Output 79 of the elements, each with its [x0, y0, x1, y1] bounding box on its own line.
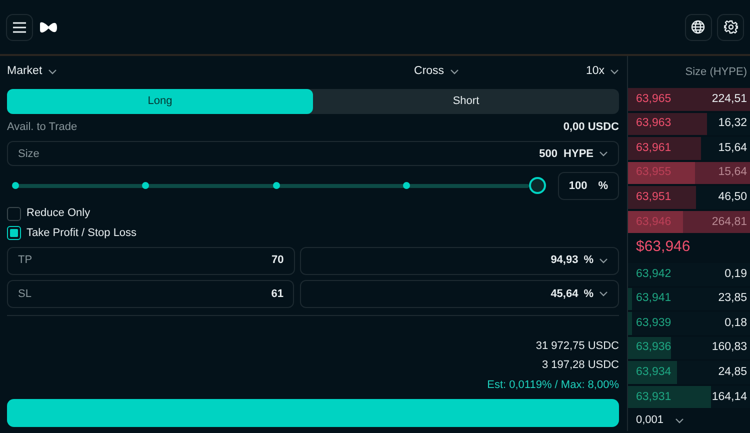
price-text: 63,965: [636, 92, 672, 107]
checkbox[interactable]: [7, 226, 21, 240]
language-button[interactable]: [684, 14, 712, 40]
order-type-dropdown[interactable]: Market: [7, 63, 42, 81]
price-text: 63,946: [636, 214, 672, 230]
size-text: 164,14: [712, 390, 747, 405]
slider-thumb[interactable]: [528, 177, 546, 194]
checkbox[interactable]: [7, 206, 21, 220]
price-text: 63,951: [636, 190, 672, 205]
percent-field[interactable]: 100 %: [558, 172, 619, 200]
size-text: 16,32: [718, 116, 747, 132]
tick-size-dropdown[interactable]: 0,001: [636, 412, 664, 429]
size-label: Size: [18, 146, 40, 162]
chevron-down-icon: [450, 69, 459, 76]
field-value: 61: [271, 286, 284, 302]
checkbox-label: Take Profit / Stop Loss: [26, 226, 137, 240]
menu-icon: [13, 22, 26, 32]
chevron-down-icon: [599, 291, 608, 297]
size-text: 0,19: [724, 266, 747, 282]
available-value: 0,00 USDC: [563, 120, 619, 136]
size-text: 15,64: [718, 165, 747, 180]
chevron-down-icon: [610, 69, 619, 76]
chevron-down-icon: [674, 418, 684, 424]
size-text: 264,81: [712, 214, 747, 230]
size-value: 500 HYPE: [539, 146, 594, 162]
size-field[interactable]: Size 500 HYPE: [7, 141, 619, 166]
available-label: Avail. to Trade: [7, 120, 78, 136]
size-text: 160,83: [712, 340, 747, 356]
percent-unit: %: [584, 286, 594, 302]
slider-tick: [272, 182, 280, 190]
summary-value: 3 197,28 USDC: [542, 358, 619, 374]
slider-tick: [12, 182, 19, 190]
percent-unit: %: [584, 253, 594, 268]
price-text: 63,961: [636, 140, 672, 156]
price-text: 63,939: [636, 316, 672, 331]
chevron-down-icon: [48, 69, 57, 76]
price-text: 63,934: [636, 364, 672, 380]
price-field[interactable]: SL 61: [7, 280, 294, 308]
field-value: 70: [272, 253, 284, 268]
menu-button[interactable]: [6, 14, 33, 40]
price-text: 63,942: [636, 266, 672, 282]
chevron-down-icon: [599, 150, 608, 157]
percent-field[interactable]: 94,93 %: [300, 246, 619, 274]
field-value: 45,64: [550, 286, 578, 302]
slider-tick: [142, 182, 150, 190]
size-text: 24,85: [718, 364, 747, 380]
price-text: 63,931: [636, 390, 672, 405]
margin-mode-dropdown[interactable]: Cross: [414, 63, 444, 81]
gear-icon: [724, 20, 738, 34]
globe-icon: [691, 20, 705, 34]
field-label: SL: [18, 286, 32, 302]
size-text: 46,50: [718, 190, 747, 205]
percent-unit: %: [598, 178, 608, 194]
settings-button[interactable]: [717, 14, 744, 40]
slippage-text: Est: 0,0119% / Max: 8,00%: [487, 378, 619, 392]
field-value: 94,93: [550, 253, 578, 268]
field-label: TP: [18, 253, 32, 268]
size-text: 224,51: [712, 92, 747, 107]
summary-value: 31 972,75 USDC: [536, 339, 619, 354]
checkbox-label: Reduce Only: [26, 206, 90, 222]
price-text: 63,955: [636, 165, 672, 180]
price-field[interactable]: TP 70: [7, 246, 295, 274]
side-tab[interactable]: Short: [313, 89, 619, 114]
leverage-dropdown[interactable]: 10x: [586, 63, 604, 81]
logo-icon: [38, 20, 58, 34]
side-tab[interactable]: Long: [7, 89, 313, 114]
price-text: 63,963: [636, 116, 672, 132]
mid-price: $63,946: [635, 237, 692, 258]
price-text: 63,936: [636, 340, 672, 356]
percent-value: 100: [568, 178, 588, 194]
size-column-header: Size (HYPE): [685, 64, 747, 80]
price-text: 63,941: [636, 291, 672, 306]
chevron-down-icon: [599, 258, 608, 264]
slider-tick: [403, 182, 410, 190]
place-order-button[interactable]: [7, 398, 619, 426]
size-text: 0,18: [724, 316, 747, 331]
percent-field[interactable]: 45,64 %: [300, 280, 619, 308]
size-text: 23,85: [718, 291, 747, 306]
size-text: 15,64: [718, 140, 747, 156]
